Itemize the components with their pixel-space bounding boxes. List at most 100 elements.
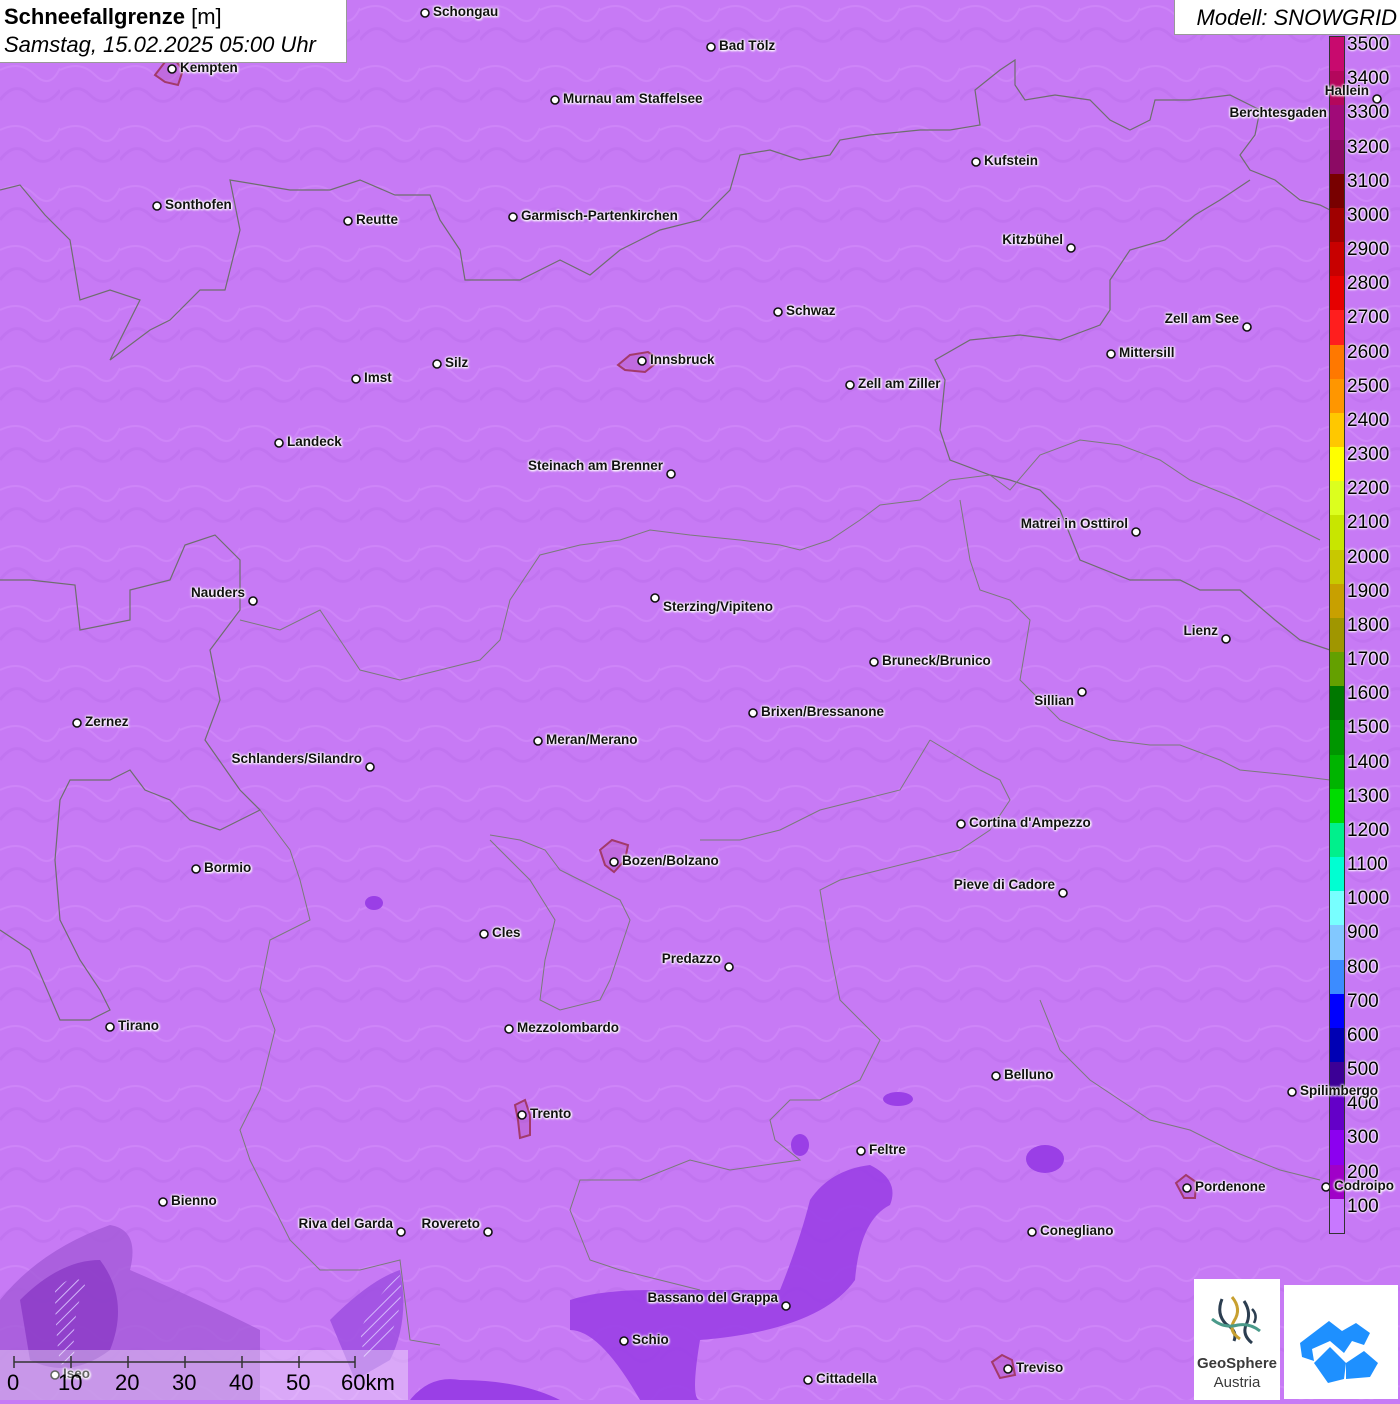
city-label: Bienno	[171, 1193, 217, 1208]
city-label: Matrei in Osttirol	[1020, 516, 1128, 531]
model-panel: Modell: SNOWGRID	[1174, 0, 1400, 35]
city-label: Meran/Merano	[546, 732, 638, 747]
city-marker	[1221, 634, 1231, 644]
scale-bar: 0 10 20 30 40 50 60km	[0, 1350, 408, 1400]
city-label: Spilimbergo	[1300, 1083, 1379, 1098]
legend-swatch	[1330, 37, 1344, 72]
city-marker	[971, 157, 981, 167]
scale-label-30: 30	[172, 1370, 197, 1395]
city-marker	[1058, 888, 1068, 898]
legend-swatch	[1330, 105, 1344, 140]
city-label: Sonthofen	[165, 197, 232, 212]
city-marker	[1182, 1183, 1192, 1193]
city-label: Imst	[364, 370, 392, 385]
legend-label: 100	[1347, 1195, 1379, 1217]
city-marker	[609, 857, 619, 867]
city-marker	[637, 356, 647, 366]
legend-label: 600	[1347, 1024, 1379, 1046]
legend-swatch	[1330, 1027, 1344, 1063]
legend-label: 1300	[1347, 785, 1390, 807]
city-marker	[105, 1022, 115, 1032]
city-marker	[1003, 1364, 1013, 1374]
legend-label: 2300	[1347, 444, 1390, 466]
city-marker	[248, 596, 258, 606]
city-label: Tirano	[118, 1018, 160, 1033]
city-label: Cortina d'Ampezzo	[969, 815, 1091, 830]
city-marker	[991, 1071, 1001, 1081]
city-label: Pieve di Cadore	[953, 877, 1055, 892]
legend-label: 2500	[1347, 375, 1390, 397]
geosphere-subname: Austria	[1213, 1374, 1261, 1391]
city-marker	[1131, 527, 1141, 537]
legend-swatch	[1330, 925, 1344, 961]
city-label: Zell am Ziller	[858, 376, 941, 391]
city-label: Feltre	[869, 1142, 906, 1157]
legend-label: 2900	[1347, 239, 1390, 261]
legend-swatch	[1330, 1096, 1344, 1131]
geosphere-name: GeoSphere	[1196, 1355, 1278, 1372]
legend-label: 3500	[1347, 34, 1390, 55]
legend-swatch	[1330, 822, 1344, 858]
title-panel: Schneefallgrenze [m] Samstag, 15.02.2025…	[0, 0, 347, 63]
city-marker	[1242, 322, 1252, 332]
legend-label: 300	[1347, 1127, 1379, 1149]
legend-label: 2600	[1347, 341, 1390, 363]
city-marker	[748, 708, 758, 718]
legend-label: 1600	[1347, 683, 1390, 705]
city-marker	[1106, 349, 1116, 359]
city-label: Innsbruck	[650, 352, 715, 367]
legend-swatch	[1330, 993, 1344, 1029]
city-label: Conegliano	[1040, 1223, 1114, 1238]
city-marker	[1287, 1087, 1297, 1097]
legend-swatch	[1330, 583, 1344, 619]
map-title: Schneefallgrenze [m]	[4, 4, 222, 30]
legend-swatch	[1330, 1130, 1344, 1166]
color-legend: 3500 3400 3300 3200 3100 3000 2900 2800 2700 2600…	[1329, 34, 1400, 1234]
legend-swatch	[1330, 754, 1344, 790]
scale-label-10: 10	[58, 1370, 83, 1395]
scale-label-0: 0	[7, 1370, 20, 1395]
legend-swatch	[1330, 1198, 1344, 1234]
city-marker	[483, 1227, 493, 1237]
city-marker	[956, 819, 966, 829]
city-label: Kempten	[180, 60, 238, 75]
city-marker	[619, 1336, 629, 1346]
city-label: Lienz	[1183, 623, 1218, 638]
city-marker	[724, 962, 734, 972]
legend-label: 2700	[1347, 307, 1390, 329]
city-marker	[1077, 687, 1087, 697]
city-label: Kitzbühel	[1002, 232, 1063, 247]
city-marker	[152, 201, 162, 211]
city-label: Riva del Garda	[298, 1216, 393, 1231]
city-marker	[432, 359, 442, 369]
geosphere-logo[interactable]: GeoSphere Austria	[1194, 1279, 1280, 1400]
snowgrid-logo[interactable]	[1284, 1285, 1398, 1399]
city-label: Schongau	[433, 4, 499, 19]
city-label: Predazzo	[661, 951, 721, 966]
legend-label: 2000	[1347, 546, 1390, 568]
city-label: Schlanders/Silandro	[231, 751, 362, 766]
city-marker	[72, 718, 82, 728]
city-marker	[420, 8, 430, 18]
city-label: Kufstein	[984, 153, 1038, 168]
legend-swatch	[1330, 207, 1344, 243]
city-marker	[504, 1024, 514, 1034]
legend-swatch	[1330, 857, 1344, 892]
snowline-patch-1	[365, 896, 383, 910]
city-label: Trento	[530, 1106, 572, 1121]
city-label: Mezzolombardo	[517, 1020, 620, 1035]
city-marker	[650, 593, 660, 603]
city-marker	[365, 762, 375, 772]
legend-label: 1700	[1347, 649, 1390, 671]
city-marker	[167, 64, 177, 74]
scale-label-50: 50	[286, 1370, 311, 1395]
legend-label: 1100	[1347, 854, 1388, 876]
city-label: Bormio	[204, 860, 252, 875]
legend-label: 500	[1347, 1059, 1379, 1081]
city-label: Cles	[492, 925, 521, 940]
city-marker	[396, 1227, 406, 1237]
legend-swatch	[1330, 891, 1344, 926]
city-marker	[869, 657, 879, 667]
city-label: Belluno	[1004, 1067, 1054, 1082]
snowline-patch-3	[791, 1134, 809, 1156]
